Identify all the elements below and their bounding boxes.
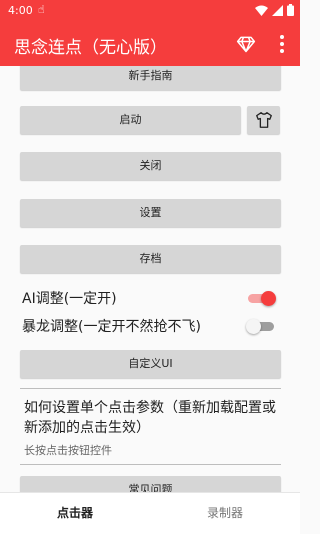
- divider: [20, 388, 281, 389]
- main-content[interactable]: 新手指南 启动 关闭 设置 存档 AI调整(一定开) 暴龙调整(一定开不然抢不飞…: [0, 66, 300, 492]
- system-icons: [255, 4, 294, 16]
- custom-ui-button[interactable]: 自定义UI: [20, 350, 281, 378]
- app-title: 思念连点（无心版）: [14, 38, 167, 58]
- dragon-adjust-switch[interactable]: [246, 319, 274, 334]
- tab-recorder[interactable]: 录制器: [150, 493, 300, 534]
- dragon-adjust-row[interactable]: 暴龙调整(一定开不然抢不飞): [22, 314, 278, 338]
- diamond-icon[interactable]: [236, 34, 256, 54]
- settings-button[interactable]: 设置: [20, 199, 281, 227]
- app-bar: 思念连点（无心版）: [0, 22, 300, 66]
- wifi-icon: [255, 5, 268, 16]
- start-button[interactable]: 启动: [20, 106, 241, 134]
- battery-icon: [287, 4, 294, 16]
- bottom-navigation: 点击器 录制器: [0, 492, 300, 534]
- ai-adjust-label: AI调整(一定开): [22, 291, 117, 307]
- save-button[interactable]: 存档: [20, 245, 281, 273]
- tab-clicker[interactable]: 点击器: [0, 493, 150, 534]
- theme-button[interactable]: [247, 106, 280, 134]
- touch-icon: ☝: [38, 3, 45, 16]
- ai-adjust-switch[interactable]: [248, 291, 276, 306]
- status-bar: 4:00 ☝: [0, 0, 300, 22]
- divider: [20, 464, 281, 465]
- help-title: 如何设置单个点击参数（重新加载配置或新添加的点击生效）: [24, 400, 276, 436]
- dragon-adjust-label: 暴龙调整(一定开不然抢不飞): [22, 319, 201, 335]
- status-time: 4:00: [8, 4, 33, 17]
- more-options-icon[interactable]: [278, 32, 286, 56]
- faq-button[interactable]: 常见问题: [20, 476, 281, 492]
- signal-icon: [272, 4, 283, 16]
- guide-button[interactable]: 新手指南: [20, 66, 281, 90]
- help-subtitle: 长按点击按钮控件: [24, 444, 112, 457]
- ai-adjust-row[interactable]: AI调整(一定开): [22, 286, 278, 310]
- close-button[interactable]: 关闭: [20, 152, 281, 180]
- shirt-icon: [255, 112, 272, 128]
